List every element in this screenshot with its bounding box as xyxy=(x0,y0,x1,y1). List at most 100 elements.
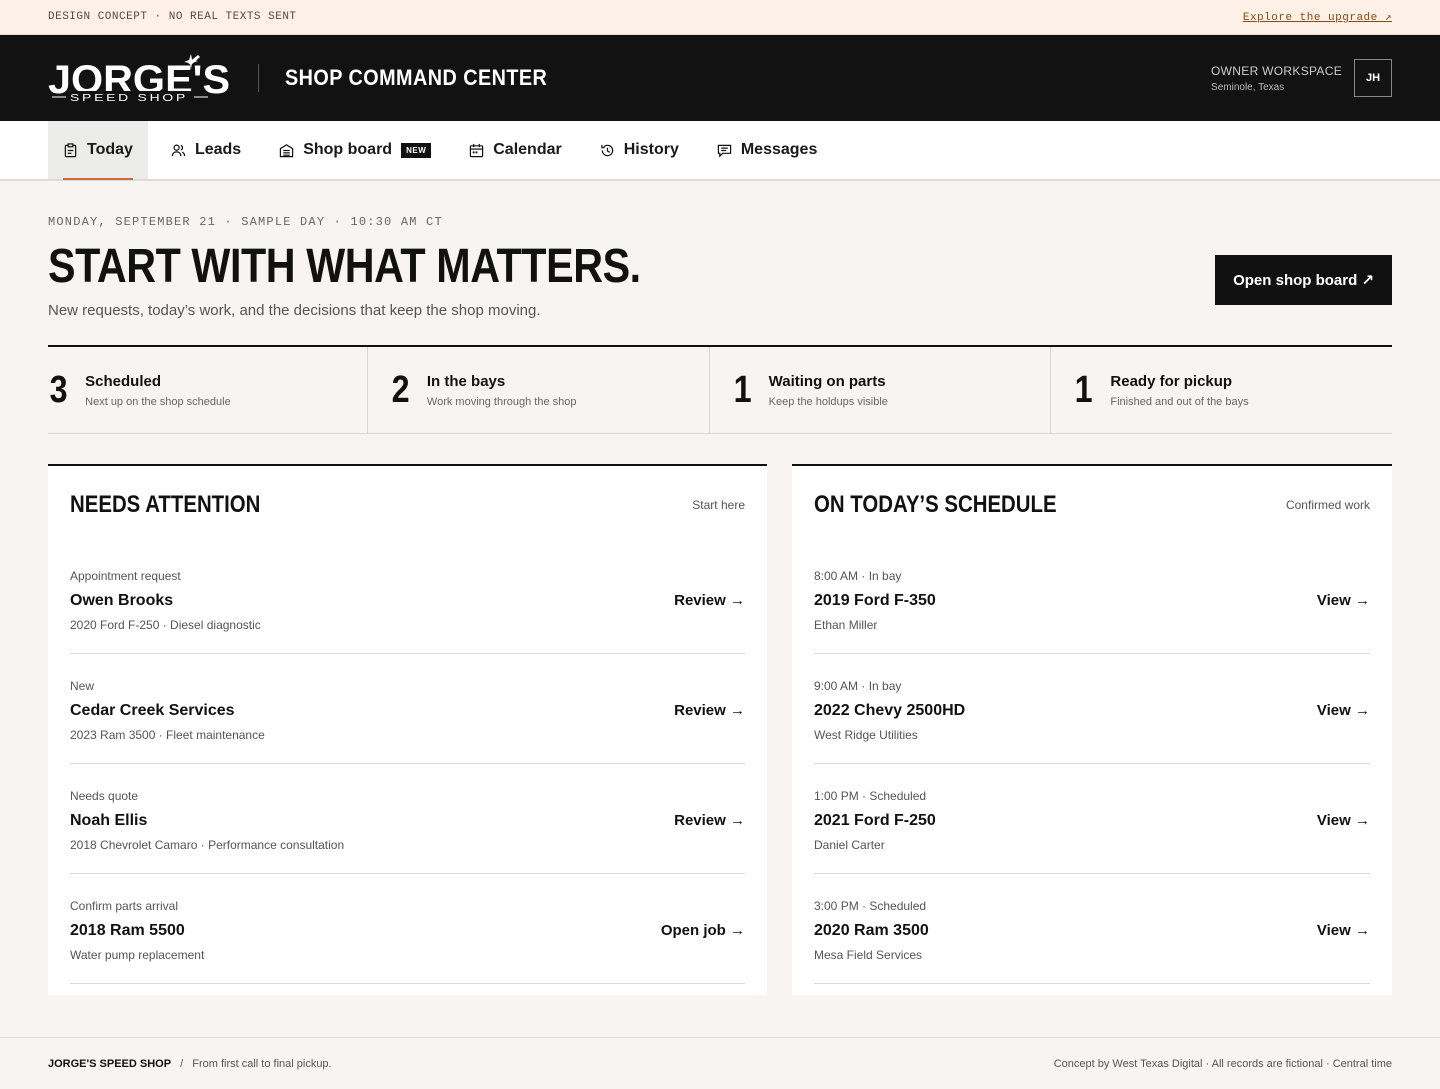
page-title: START WITH WHAT MATTERS. xyxy=(48,240,641,293)
tab-label: Messages xyxy=(740,141,818,158)
tab-today[interactable]: Today xyxy=(48,121,148,180)
stat-value: 1 xyxy=(1074,368,1093,411)
item-meta: Appointment request xyxy=(70,569,181,583)
item-sub: 2018 Chevrolet Camaro · Performance cons… xyxy=(70,838,345,852)
item-title: 2022 Chevy 2500HD xyxy=(814,702,966,719)
footer-credit: Concept by West Texas Digital · All reco… xyxy=(1053,1057,1392,1070)
footer-tagline: From first call to final pickup. xyxy=(192,1057,332,1070)
item-text: New Cedar Creek Services 2023 Ram 3500 ·… xyxy=(70,679,265,742)
open-job-button[interactable]: Open job → xyxy=(661,922,745,939)
item-text: 8:00 AM · In bay 2019 Ford F-350 Ethan M… xyxy=(814,569,936,632)
item-title: 2020 Ram 3500 xyxy=(814,922,929,939)
view-button[interactable]: View → xyxy=(1317,592,1370,609)
new-badge: NEW xyxy=(401,142,432,158)
tab-calendar[interactable]: Calendar xyxy=(454,121,576,179)
stat-scheduled[interactable]: 3 Scheduled Next up on the shop schedule xyxy=(48,347,368,433)
item-sub: 2023 Ram 3500 · Fleet maintenance xyxy=(70,728,265,742)
calendar-icon xyxy=(470,143,484,157)
item-sub: Ethan Miller xyxy=(814,618,878,632)
app-header: JORGE'S SPEED SHOP SHOP COMMAND CENTER O… xyxy=(0,35,1440,121)
review-button[interactable]: Review → xyxy=(674,812,745,829)
stat-text: Scheduled Next up on the shop schedule xyxy=(85,373,231,408)
list-item[interactable]: Confirm parts arrival 2018 Ram 5500 Wate… xyxy=(70,874,745,984)
page-subtitle: New requests, today’s work, and the deci… xyxy=(48,302,541,319)
open-shop-board-button[interactable]: Open shop board ↗ xyxy=(1215,255,1392,305)
item-meta: Confirm parts arrival xyxy=(70,899,179,913)
stat-waiting-parts[interactable]: 1 Waiting on parts Keep the holdups visi… xyxy=(710,347,1052,433)
tab-label: Shop board xyxy=(303,141,393,158)
workspace-text: OWNER WORKSPACE Seminole, Texas xyxy=(1211,64,1342,93)
workspace-location: Seminole, Texas xyxy=(1211,81,1285,93)
tab-shop-board[interactable]: Shop board NEW xyxy=(264,121,446,179)
history-icon xyxy=(600,144,613,156)
stats-strip: 3 Scheduled Next up on the shop schedule… xyxy=(48,345,1392,434)
panel-title: NEEDS ATTENTION xyxy=(70,491,261,518)
stat-ready-pickup[interactable]: 1 Ready for pickup Finished and out of t… xyxy=(1051,347,1392,433)
upgrade-link[interactable]: Explore the upgrade ↗ xyxy=(1243,10,1392,24)
tab-leads[interactable]: Leads xyxy=(156,121,256,179)
panel-header: ON TODAY’S SCHEDULE Confirmed work xyxy=(814,466,1370,544)
item-title: Cedar Creek Services xyxy=(70,702,235,719)
item-text: 3:00 PM · Scheduled 2020 Ram 3500 Mesa F… xyxy=(814,899,929,962)
app-title: SHOP COMMAND CENTER xyxy=(285,65,548,90)
message-icon xyxy=(717,144,732,158)
list-item[interactable]: Appointment request Owen Brooks 2020 For… xyxy=(70,544,745,654)
view-button[interactable]: View → xyxy=(1317,812,1370,829)
tab-history[interactable]: History xyxy=(585,121,694,179)
item-text: Confirm parts arrival 2018 Ram 5500 Wate… xyxy=(70,899,204,962)
workspace-switcher[interactable]: OWNER WORKSPACE Seminole, Texas JH xyxy=(1211,59,1392,97)
stat-label: Ready for pickup xyxy=(1110,372,1233,390)
panel-header: NEEDS ATTENTION Start here xyxy=(70,466,745,544)
review-button[interactable]: Review → xyxy=(674,592,745,609)
hero-text: MONDAY, SEPTEMBER 21 · SAMPLE DAY · 10:3… xyxy=(48,215,737,319)
list-item[interactable]: 8:00 AM · In bay 2019 Ford F-350 Ethan M… xyxy=(814,544,1370,654)
avatar[interactable]: JH xyxy=(1354,59,1392,97)
item-text: 9:00 AM · In bay 2022 Chevy 2500HD West … xyxy=(814,679,965,742)
top-notice-bar: DESIGN CONCEPT · NO REAL TEXTS SENT Expl… xyxy=(0,0,1440,35)
stat-in-bays[interactable]: 2 In the bays Work moving through the sh… xyxy=(368,347,710,433)
list-item[interactable]: 9:00 AM · In bay 2022 Chevy 2500HD West … xyxy=(814,654,1370,764)
item-meta: 3:00 PM · Scheduled xyxy=(814,899,927,913)
footer-brand: JORGE'S SPEED SHOP xyxy=(48,1057,172,1070)
item-meta: 1:00 PM · Scheduled xyxy=(814,789,927,803)
stat-label: Scheduled xyxy=(85,372,161,390)
schedule-panel: ON TODAY’S SCHEDULE Confirmed work 8:00 … xyxy=(792,464,1392,995)
tab-label: Calendar xyxy=(493,141,562,158)
item-meta: New xyxy=(70,679,95,693)
stat-label: In the bays xyxy=(426,372,506,390)
item-sub: Water pump replacement xyxy=(70,948,205,962)
review-button[interactable]: Review → xyxy=(674,702,745,719)
clipboard-icon xyxy=(64,142,77,157)
brand-divider xyxy=(258,64,259,92)
list-item[interactable]: New Cedar Creek Services 2023 Ram 3500 ·… xyxy=(70,654,745,764)
stat-sub: Next up on the shop schedule xyxy=(85,395,231,408)
item-title: 2021 Ford F-250 xyxy=(814,812,936,829)
list-item[interactable]: 1:00 PM · Scheduled 2021 Ford F-250 Dani… xyxy=(814,764,1370,874)
view-button[interactable]: View → xyxy=(1317,702,1370,719)
item-meta: 8:00 AM · In bay xyxy=(814,569,902,583)
stat-text: In the bays Work moving through the shop xyxy=(427,373,577,408)
design-notice: DESIGN CONCEPT · NO REAL TEXTS SENT xyxy=(48,11,297,23)
item-text: Needs quote Noah Ellis 2018 Chevrolet Ca… xyxy=(70,789,344,852)
stat-sub: Keep the holdups visible xyxy=(768,395,888,408)
tab-label: Today xyxy=(87,141,133,158)
item-meta: Needs quote xyxy=(70,789,139,803)
stat-label: Waiting on parts xyxy=(768,372,886,390)
jorges-logo[interactable]: JORGE'S SPEED SHOP xyxy=(48,51,230,105)
list-item[interactable]: Needs quote Noah Ellis 2018 Chevrolet Ca… xyxy=(70,764,745,874)
item-text: 1:00 PM · Scheduled 2021 Ford F-250 Dani… xyxy=(814,789,936,852)
tab-label: Leads xyxy=(194,141,242,158)
needs-attention-panel: NEEDS ATTENTION Start here Appointment r… xyxy=(48,464,767,995)
workspace-title: OWNER WORKSPACE xyxy=(1211,63,1342,78)
stat-text: Waiting on parts Keep the holdups visibl… xyxy=(769,373,888,408)
stat-text: Ready for pickup Finished and out of the… xyxy=(1110,373,1248,408)
stat-value: 2 xyxy=(391,368,410,411)
tab-messages[interactable]: Messages xyxy=(702,121,833,179)
view-button[interactable]: View → xyxy=(1317,922,1370,939)
stat-sub: Work moving through the shop xyxy=(426,395,577,408)
list-item[interactable]: 3:00 PM · Scheduled 2020 Ram 3500 Mesa F… xyxy=(814,874,1370,984)
panel-note: Start here xyxy=(692,498,745,512)
panel-note: Confirmed work xyxy=(1285,498,1370,512)
footer-left: JORGE'S SPEED SHOP / From first call to … xyxy=(48,1058,332,1070)
panels: NEEDS ATTENTION Start here Appointment r… xyxy=(48,464,1392,995)
